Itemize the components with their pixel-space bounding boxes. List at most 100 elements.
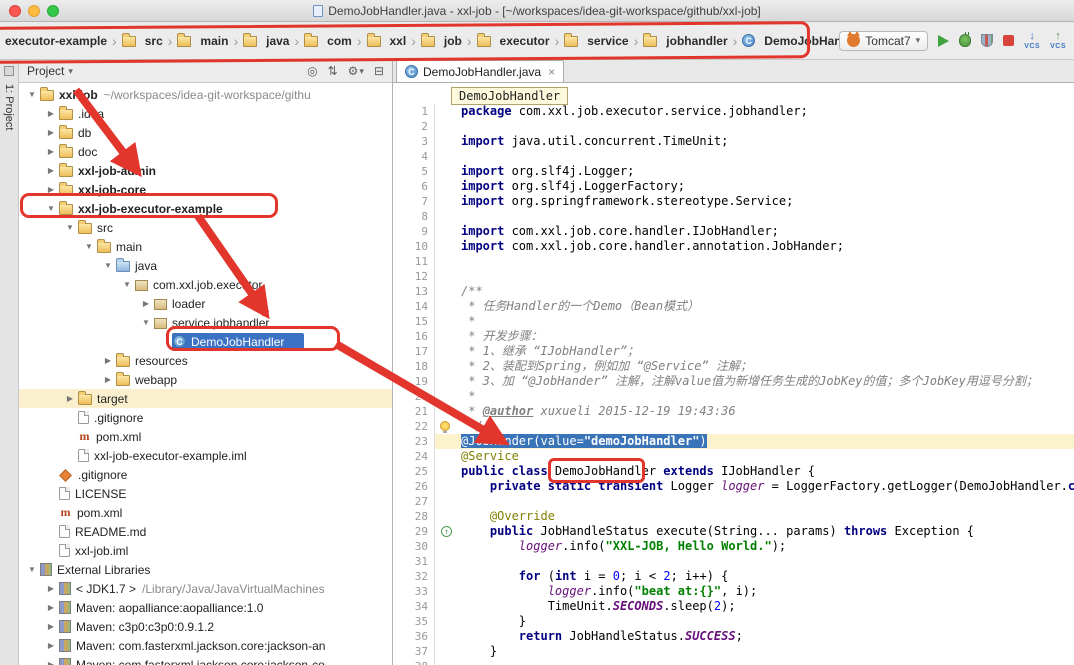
run-button[interactable] xyxy=(938,35,949,47)
breadcrumb-item[interactable]: java xyxy=(240,32,292,50)
code-line[interactable]: 9import com.xxl.job.core.handler.IJobHan… xyxy=(393,224,1074,239)
tree-item[interactable]: ▶< JDK1.7 >/Library/Java/JavaVirtualMach… xyxy=(19,579,392,598)
tree-item[interactable]: ▶xxl-job-core xyxy=(19,180,392,199)
override-method-icon[interactable]: ↑ xyxy=(441,526,452,537)
tree-item[interactable]: ▶webapp xyxy=(19,370,392,389)
breadcrumb-item[interactable]: executor xyxy=(474,32,553,50)
tree-item[interactable]: .gitignore xyxy=(19,408,392,427)
code-line[interactable]: 28 @Override xyxy=(393,509,1074,524)
editor-tab[interactable]: C DemoJobHandler.java × xyxy=(396,60,564,82)
code-line[interactable]: 27 xyxy=(393,494,1074,509)
breadcrumb-item[interactable]: src xyxy=(119,32,166,50)
code-line[interactable]: 36 return JobHandleStatus.SUCCESS; xyxy=(393,629,1074,644)
tree-item[interactable]: ▼main xyxy=(19,237,392,256)
breadcrumb-item[interactable]: com xyxy=(301,32,355,50)
code-line[interactable]: 18 * 2、装配到Spring，例如加 “@Service” 注解； xyxy=(393,359,1074,374)
chevron-collapsed-icon[interactable]: ▶ xyxy=(44,185,58,194)
tree-item[interactable]: xxl-job.iml xyxy=(19,541,392,560)
settings-icon[interactable]: ⚙▾ xyxy=(348,64,364,78)
breadcrumb-item[interactable]: job xyxy=(418,32,465,50)
chevron-expanded-icon[interactable]: ▼ xyxy=(63,223,77,232)
code-line[interactable]: 20 * xyxy=(393,389,1074,404)
tree-item[interactable]: ▶Maven: c3p0:c3p0:0.9.1.2 xyxy=(19,617,392,636)
code-line[interactable]: 10import com.xxl.job.core.handler.annota… xyxy=(393,239,1074,254)
code-line[interactable]: 17 * 1、继承 “IJobHandler”； xyxy=(393,344,1074,359)
code-line[interactable]: 3import java.util.concurrent.TimeUnit; xyxy=(393,134,1074,149)
tree-item[interactable]: LICENSE xyxy=(19,484,392,503)
code-line[interactable]: 14 * 任务Handler的一个Demo（Bean模式） xyxy=(393,299,1074,314)
code-line[interactable]: 5import org.slf4j.Logger; xyxy=(393,164,1074,179)
debug-button[interactable] xyxy=(959,34,971,47)
code-line[interactable]: 29↑ public JobHandleStatus execute(Strin… xyxy=(393,524,1074,539)
chevron-expanded-icon[interactable]: ▼ xyxy=(120,280,134,289)
code-line[interactable]: 13/** xyxy=(393,284,1074,299)
chevron-expanded-icon[interactable]: ▼ xyxy=(82,242,96,251)
code-line[interactable]: 30 logger.info("XXL-JOB, Hello World."); xyxy=(393,539,1074,554)
chevron-collapsed-icon[interactable]: ▶ xyxy=(44,584,58,593)
close-tab-icon[interactable]: × xyxy=(548,65,555,79)
run-config-selector[interactable]: Tomcat7 ▾ xyxy=(839,31,928,51)
collapse-all-icon[interactable]: ⇅ xyxy=(328,64,338,78)
locate-file-icon[interactable]: ◎ xyxy=(307,64,317,78)
tree-item[interactable]: ▶resources xyxy=(19,351,392,370)
tree-item[interactable]: ▶db xyxy=(19,123,392,142)
chevron-collapsed-icon[interactable]: ▶ xyxy=(101,356,115,365)
breadcrumb-item[interactable]: jobhandler xyxy=(640,32,730,50)
chevron-collapsed-icon[interactable]: ▶ xyxy=(44,147,58,156)
zoom-window-button[interactable] xyxy=(47,5,59,17)
code-line[interactable]: 16 * 开发步骤： xyxy=(393,329,1074,344)
code-line[interactable]: 1package com.xxl.job.executor.service.jo… xyxy=(393,104,1074,119)
code-line[interactable]: 11 xyxy=(393,254,1074,269)
code-line[interactable]: 26 private static transient Logger logge… xyxy=(393,479,1074,494)
chevron-collapsed-icon[interactable]: ▶ xyxy=(44,622,58,631)
tree-item[interactable]: ▶Maven: com.fasterxml.jackson.core:jacks… xyxy=(19,655,392,665)
code-line[interactable]: 19 * 3、加 “@JobHander” 注解，注解value值为新增任务生成… xyxy=(393,374,1074,389)
tree-item[interactable]: ▶.idea xyxy=(19,104,392,123)
tree-item[interactable]: mpom.xml xyxy=(19,427,392,446)
tree-item[interactable]: ▼com.xxl.job.executor xyxy=(19,275,392,294)
vcs-update-button[interactable]: ↓ VCS xyxy=(1024,31,1040,50)
code-line[interactable]: 33 logger.info("beat at:{}", i); xyxy=(393,584,1074,599)
chevron-collapsed-icon[interactable]: ▶ xyxy=(44,166,58,175)
code-line[interactable]: 2 xyxy=(393,119,1074,134)
tree-item[interactable]: xxl-job-executor-example.iml xyxy=(19,446,392,465)
tree-item[interactable]: ▶loader xyxy=(19,294,392,313)
project-view-dropdown[interactable]: Project ▾ xyxy=(27,64,307,78)
chevron-expanded-icon[interactable]: ▼ xyxy=(101,261,115,270)
code-line[interactable]: 34 TimeUnit.SECONDS.sleep(2); xyxy=(393,599,1074,614)
intention-bulb-icon[interactable] xyxy=(440,421,450,431)
chevron-collapsed-icon[interactable]: ▶ xyxy=(44,603,58,612)
tree-item[interactable]: ▼External Libraries xyxy=(19,560,392,579)
chevron-collapsed-icon[interactable]: ▶ xyxy=(101,375,115,384)
tree-item[interactable]: ▶xxl-job-admin xyxy=(19,161,392,180)
chevron-collapsed-icon[interactable]: ▶ xyxy=(139,299,153,308)
chevron-expanded-icon[interactable]: ▼ xyxy=(25,565,39,574)
tree-item[interactable]: ▶target xyxy=(19,389,392,408)
tree-item[interactable]: ▼src xyxy=(19,218,392,237)
breadcrumb-item[interactable]: xxl xyxy=(364,32,410,50)
chevron-expanded-icon[interactable]: ▼ xyxy=(139,318,153,327)
tree-item[interactable]: ▶Maven: com.fasterxml.jackson.core:jacks… xyxy=(19,636,392,655)
tree-item[interactable]: ▶doc xyxy=(19,142,392,161)
vcs-commit-button[interactable]: ↑ VCS xyxy=(1050,31,1066,50)
stop-button[interactable] xyxy=(1003,35,1014,46)
code-line[interactable]: 22 */ xyxy=(393,419,1074,434)
coverage-button[interactable] xyxy=(981,34,993,47)
code-line[interactable]: 4 xyxy=(393,149,1074,164)
chevron-collapsed-icon[interactable]: ▶ xyxy=(44,641,58,650)
tree-item[interactable]: ▶Maven: aopalliance:aopalliance:1.0 xyxy=(19,598,392,617)
breadcrumb-item[interactable]: main xyxy=(174,32,231,50)
code-line[interactable]: 32 for (int i = 0; i < 2; i++) { xyxy=(393,569,1074,584)
code-line[interactable]: 23@JobHander(value="demoJobHandler") xyxy=(393,434,1074,449)
tree-item[interactable]: ▼java xyxy=(19,256,392,275)
chevron-collapsed-icon[interactable]: ▶ xyxy=(44,128,58,137)
chevron-collapsed-icon[interactable]: ▶ xyxy=(63,394,77,403)
close-window-button[interactable] xyxy=(9,5,21,17)
project-tool-window-button[interactable]: 1: Project xyxy=(3,84,15,130)
tree-item[interactable]: mpom.xml xyxy=(19,503,392,522)
breadcrumb-item[interactable]: service xyxy=(561,32,631,50)
tree-item[interactable]: CDemoJobHandler xyxy=(19,332,392,351)
breadcrumb-item[interactable]: executor-example xyxy=(2,32,110,50)
tree-item[interactable]: ▼service.jobhandler xyxy=(19,313,392,332)
chevron-collapsed-icon[interactable]: ▶ xyxy=(44,660,58,665)
